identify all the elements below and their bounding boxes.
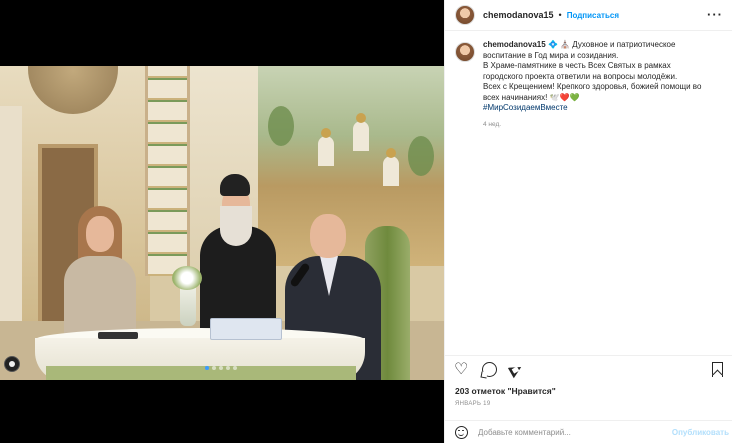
carousel-dot <box>233 366 237 370</box>
carousel-dot <box>219 366 223 370</box>
reel-icon[interactable] <box>4 356 20 372</box>
caption-line: всех начинаниях! 🕊️❤️💚 <box>483 92 580 102</box>
avatar[interactable] <box>455 5 475 25</box>
carousel-indicator <box>205 366 237 370</box>
caption-line: воспитание в Год мира и созидания. <box>483 50 619 60</box>
header-username[interactable]: chemodanova15 <box>483 10 554 20</box>
header-separator: • <box>558 10 562 20</box>
comment-icon[interactable] <box>482 362 497 377</box>
caption-timestamp[interactable]: 4 нед. <box>483 120 701 131</box>
photo-banner <box>145 66 190 276</box>
emoji-icon[interactable] <box>455 425 468 439</box>
comment-input[interactable] <box>478 427 678 437</box>
woman-head <box>86 216 114 252</box>
photo-fresco <box>258 66 444 266</box>
priest-beard <box>220 206 252 246</box>
carousel-dot <box>205 366 209 370</box>
post-photo[interactable] <box>0 66 444 380</box>
caption-line: В Храме-памятнике в честь Всех Святых в … <box>483 61 671 70</box>
more-icon[interactable]: ··· <box>707 7 723 22</box>
likes-count[interactable]: 203 отметок "Нравится" <box>455 386 556 396</box>
table-skirt <box>46 366 356 380</box>
follow-button[interactable]: Подписаться <box>567 11 619 20</box>
priest-hat <box>220 174 250 196</box>
carousel-dot <box>226 366 230 370</box>
post-media <box>0 0 444 443</box>
carousel-dot <box>212 366 216 370</box>
caption-text: chemodanova15 💠 ⛪ Духовное и патриотичес… <box>483 40 701 130</box>
publish-button[interactable]: Опубликовать <box>672 428 729 437</box>
post-date[interactable]: ЯНВАРЬ 19 <box>455 401 490 407</box>
share-icon[interactable] <box>509 362 524 377</box>
post-header: chemodanova15 • Подписаться ··· <box>445 0 732 31</box>
gift-box <box>210 318 282 340</box>
bookmark-icon[interactable] <box>712 362 723 377</box>
heart-icon[interactable] <box>454 359 470 378</box>
caption-username[interactable]: chemodanova15 <box>483 40 546 49</box>
post-caption: chemodanova15 💠 ⛪ Духовное и патриотичес… <box>455 40 725 130</box>
comment-box: Опубликовать <box>445 420 732 443</box>
hashtag-link[interactable]: #МирСозидаемВместе <box>483 103 701 114</box>
caption-line: городского проекта ответили на вопросы м… <box>483 71 678 81</box>
man-head <box>310 214 346 258</box>
caption-avatar[interactable] <box>455 42 475 62</box>
action-icons <box>454 359 524 378</box>
book <box>98 332 138 339</box>
post-sidebar: chemodanova15 • Подписаться ··· chemodan… <box>444 0 732 443</box>
flowers <box>172 266 202 290</box>
caption-line: Всех с Крещением! Крепкого здоровья, бож… <box>483 82 702 91</box>
caption-line: 💠 ⛪ Духовное и патриотическое <box>547 40 676 49</box>
